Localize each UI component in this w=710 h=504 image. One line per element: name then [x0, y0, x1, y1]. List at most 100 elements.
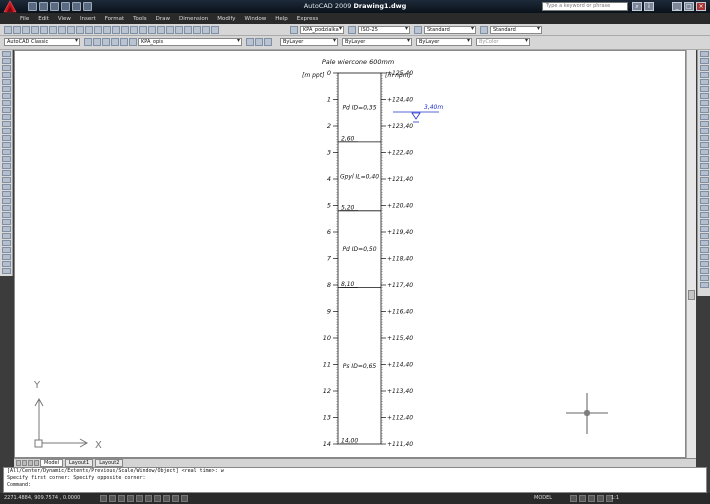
minimize-icon[interactable]: _ — [672, 2, 682, 11]
tab-model[interactable]: Model — [40, 459, 64, 467]
array-icon[interactable] — [700, 79, 709, 85]
text-style-select[interactable]: KPA_podzialka — [300, 26, 344, 34]
command-line[interactable]: [All/Center/Dynamic/Extents/Previous/Sca… — [3, 467, 707, 493]
menu-draw[interactable]: Draw — [156, 16, 170, 22]
menu-dimension[interactable]: Dimension — [179, 16, 208, 22]
dim-diameter-icon[interactable] — [700, 212, 709, 218]
preview-icon[interactable] — [40, 26, 48, 34]
quick-view-layouts-icon[interactable] — [570, 495, 577, 502]
text-style-icon[interactable] — [290, 26, 298, 34]
table-style-icon[interactable] — [414, 26, 422, 34]
break-at-point-icon[interactable] — [700, 128, 709, 134]
dim-aligned-icon[interactable] — [700, 177, 709, 183]
zoom-icon[interactable] — [597, 495, 604, 502]
extend-icon[interactable] — [700, 121, 709, 127]
pan-icon[interactable] — [121, 26, 129, 34]
menu-modify[interactable]: Modify — [217, 16, 235, 22]
rectangle-icon[interactable] — [2, 79, 11, 85]
layer-manager-icon[interactable] — [93, 38, 101, 46]
scale-icon[interactable] — [2, 233, 11, 239]
dim-radius-icon[interactable] — [700, 198, 709, 204]
info-icon[interactable]: i — [644, 2, 654, 11]
spline-icon[interactable] — [2, 107, 11, 113]
ortho-icon[interactable] — [118, 495, 125, 502]
qleader-icon[interactable] — [700, 247, 709, 253]
command-prompt[interactable]: Command: — [7, 482, 706, 489]
osnap-icon[interactable] — [136, 495, 143, 502]
rotate-icon[interactable] — [700, 93, 709, 99]
arc-icon[interactable] — [2, 86, 11, 92]
center-mark-icon[interactable] — [700, 261, 709, 267]
lineweight-icon[interactable] — [172, 495, 179, 502]
search-icon[interactable]: ⌕ — [632, 2, 642, 11]
model-space-button[interactable]: MODEL — [534, 495, 552, 501]
rotate-icon[interactable] — [2, 226, 11, 232]
menu-view[interactable]: View — [58, 16, 71, 22]
publish-icon[interactable] — [49, 26, 57, 34]
dim-angular-icon[interactable] — [700, 219, 709, 225]
gradient-icon[interactable] — [2, 156, 11, 162]
quick-dim-icon[interactable] — [700, 226, 709, 232]
menu-format[interactable]: Format — [105, 16, 124, 22]
scale-icon[interactable] — [700, 100, 709, 106]
drawing-canvas[interactable]: Pale wiercone 600mm [m ppt] [m npm] 0 +12… — [14, 50, 686, 458]
insert-block-icon[interactable] — [2, 128, 11, 134]
undo-icon[interactable] — [103, 26, 111, 34]
save-icon[interactable] — [22, 26, 30, 34]
quick-view-drawings-icon[interactable] — [579, 495, 586, 502]
menu-edit[interactable]: Edit — [38, 16, 49, 22]
zoom-window-icon[interactable] — [139, 26, 147, 34]
lightbulb-icon[interactable] — [111, 38, 119, 46]
ellipse-icon[interactable] — [2, 114, 11, 120]
dim-jogged-icon[interactable] — [700, 205, 709, 211]
block-editor-icon[interactable] — [94, 26, 102, 34]
dim-arc-icon[interactable] — [700, 184, 709, 190]
dim-update-icon[interactable] — [700, 275, 709, 281]
copy-icon[interactable] — [67, 26, 75, 34]
maximize-icon[interactable]: □ — [684, 2, 694, 11]
polar-icon[interactable] — [127, 495, 134, 502]
workspace-settings-icon[interactable] — [84, 38, 92, 46]
dyn-icon[interactable] — [163, 495, 170, 502]
lock-icon[interactable] — [129, 38, 137, 46]
array-icon[interactable] — [2, 212, 11, 218]
dim-style-icon[interactable] — [700, 282, 709, 288]
mtext-icon[interactable] — [2, 177, 11, 183]
tolerance-icon[interactable] — [700, 254, 709, 260]
dim-style-icon[interactable] — [348, 26, 356, 34]
fillet-icon[interactable] — [700, 156, 709, 162]
menu-help[interactable]: Help — [275, 16, 288, 22]
close-icon[interactable]: × — [696, 2, 706, 11]
markup-icon[interactable] — [193, 26, 201, 34]
construction-line-icon[interactable] — [2, 58, 11, 64]
dim-style-select[interactable]: ISO-25 — [358, 26, 410, 34]
layer-previous-icon[interactable] — [255, 38, 263, 46]
continue-icon[interactable] — [700, 240, 709, 246]
move-icon[interactable] — [700, 86, 709, 92]
polyline-icon[interactable] — [2, 65, 11, 71]
dim-edit-icon[interactable] — [700, 268, 709, 274]
zoom-realtime-icon[interactable] — [130, 26, 138, 34]
make-current-icon[interactable] — [246, 38, 254, 46]
line-icon[interactable] — [2, 51, 11, 57]
circle-icon[interactable] — [2, 93, 11, 99]
sun-icon[interactable] — [120, 38, 128, 46]
cut-icon[interactable] — [58, 26, 66, 34]
stretch-icon[interactable] — [2, 240, 11, 246]
multileader-style-icon[interactable] — [480, 26, 488, 34]
quick-properties-icon[interactable] — [181, 495, 188, 502]
baseline-icon[interactable] — [700, 233, 709, 239]
prev-tab-icon[interactable] — [22, 460, 27, 466]
color-select[interactable]: ByLayer — [280, 38, 338, 46]
tool-palettes-icon[interactable] — [175, 26, 183, 34]
explode-icon[interactable] — [700, 163, 709, 169]
paste-icon[interactable] — [76, 26, 84, 34]
multileader-style-select[interactable]: Standard — [490, 26, 542, 34]
ducs-icon[interactable] — [154, 495, 161, 502]
break-icon[interactable] — [2, 261, 11, 267]
zoom-previous-icon[interactable] — [148, 26, 156, 34]
menu-tools[interactable]: Tools — [133, 16, 147, 22]
layer-select[interactable]: KPA_opis — [138, 38, 242, 46]
grid-icon[interactable] — [109, 495, 116, 502]
join-icon[interactable] — [2, 268, 11, 274]
